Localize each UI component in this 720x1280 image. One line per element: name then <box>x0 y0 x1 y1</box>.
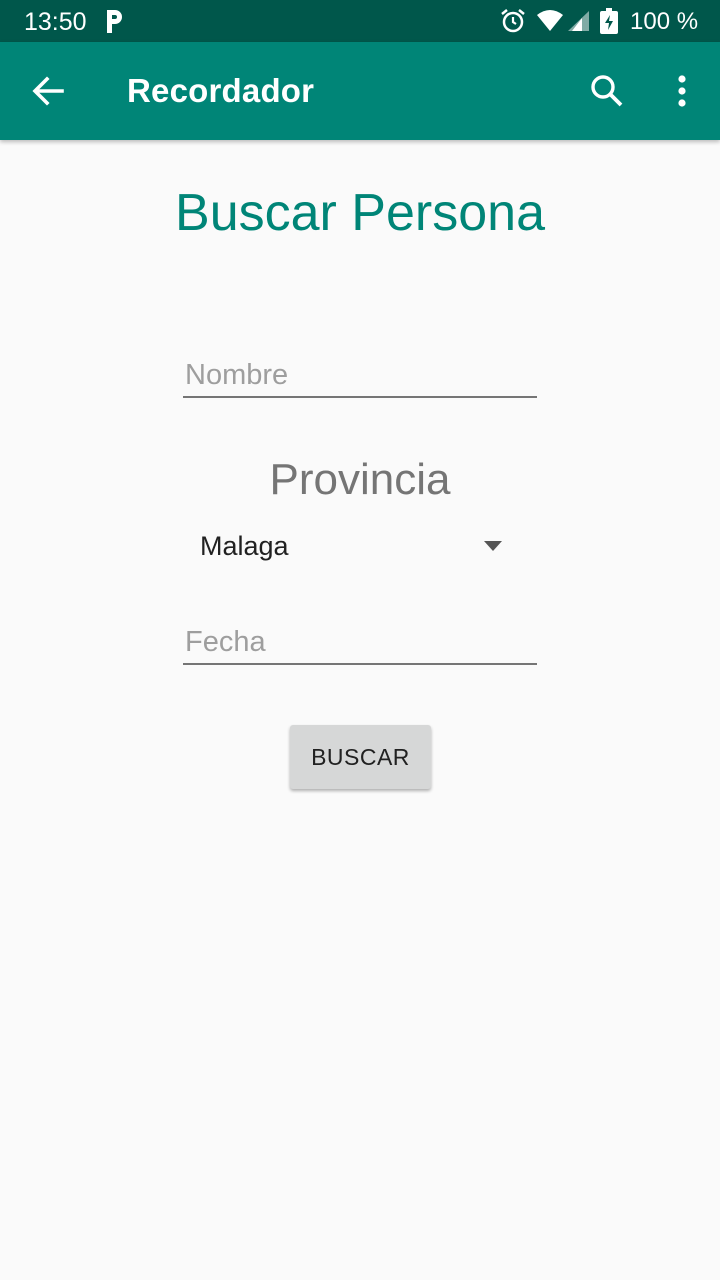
app-title: Recordador <box>127 72 315 109</box>
page-title: Buscar Persona <box>175 184 545 242</box>
dropdown-arrow-icon <box>484 541 502 551</box>
search-button[interactable] <box>583 67 631 115</box>
wifi-icon <box>537 10 563 31</box>
back-button[interactable] <box>24 67 72 115</box>
back-arrow-icon <box>32 76 64 106</box>
more-options-button[interactable] <box>658 67 706 115</box>
parking-icon <box>107 10 122 33</box>
app-bar: Recordador <box>0 42 720 140</box>
battery-percentage: 100 % <box>630 8 699 35</box>
provincia-label: Provincia <box>269 455 451 504</box>
buscar-button[interactable]: BUSCAR <box>290 725 431 789</box>
battery-charging-icon <box>600 8 618 34</box>
status-time: 13:50 <box>24 8 87 36</box>
fecha-input[interactable] <box>183 621 537 665</box>
status-bar: 13:50 100 % <box>0 0 720 42</box>
nombre-input[interactable] <box>183 354 537 398</box>
signal-icon <box>568 11 589 31</box>
more-vert-icon <box>678 75 686 107</box>
provincia-selected-value: Malaga <box>200 531 289 561</box>
search-icon <box>591 75 623 107</box>
provincia-spinner[interactable]: Malaga <box>183 520 523 572</box>
alarm-icon <box>501 9 525 33</box>
